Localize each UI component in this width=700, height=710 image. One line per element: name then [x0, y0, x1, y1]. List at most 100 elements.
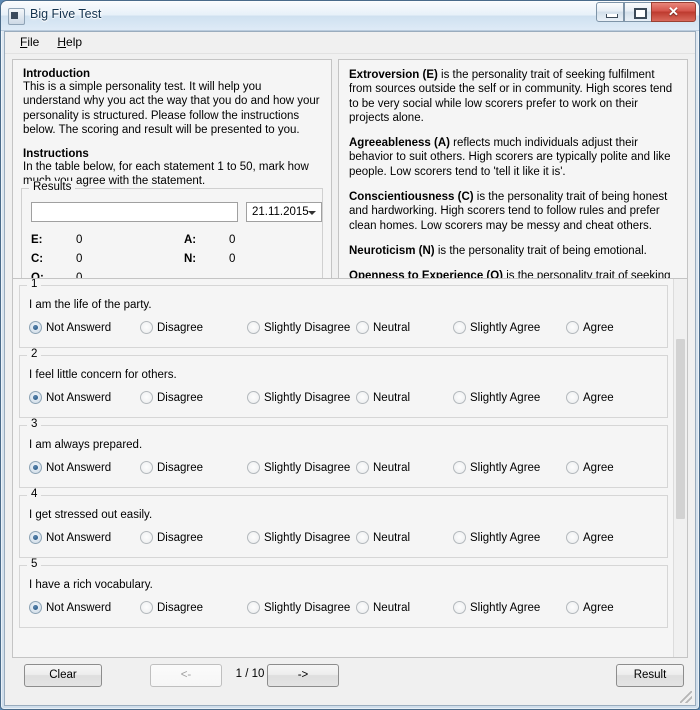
- question-group: 2 I feel little concern for others. Not An…: [19, 348, 668, 418]
- result-name-input[interactable]: [31, 202, 238, 222]
- application-window: Big Five Test ✕ File Help Introduction T…: [0, 0, 700, 710]
- minimize-button[interactable]: [596, 2, 624, 22]
- radio-option[interactable]: Neutral: [356, 391, 410, 405]
- radio-button-icon[interactable]: [247, 461, 260, 474]
- radio-option[interactable]: Not Answerd: [29, 321, 111, 335]
- previous-page-button[interactable]: <-: [150, 664, 222, 687]
- radio-option-label: Agree: [583, 462, 614, 474]
- radio-option[interactable]: Agree: [566, 601, 614, 615]
- radio-button-icon[interactable]: [356, 531, 369, 544]
- trait-description: is the personality trait of being emotio…: [434, 244, 647, 257]
- radio-button-icon[interactable]: [247, 531, 260, 544]
- questions-scrollbar[interactable]: [673, 279, 687, 657]
- radio-option[interactable]: Slightly Agree: [453, 321, 540, 335]
- score-label: C:: [31, 253, 44, 265]
- radio-button-icon[interactable]: [356, 601, 369, 614]
- radio-option[interactable]: Not Answerd: [29, 391, 111, 405]
- radio-option[interactable]: Slightly Agree: [453, 601, 540, 615]
- radio-button-icon[interactable]: [453, 321, 466, 334]
- result-button[interactable]: Result: [616, 664, 684, 687]
- info-panel: Introduction This is a simple personalit…: [12, 59, 332, 292]
- resize-grip-icon[interactable]: [680, 691, 692, 703]
- radio-button-icon[interactable]: [453, 461, 466, 474]
- introduction-heading: Introduction: [23, 68, 91, 80]
- radio-button-icon[interactable]: [247, 321, 260, 334]
- radio-option[interactable]: Agree: [566, 391, 614, 405]
- radio-option[interactable]: Not Answerd: [29, 531, 111, 545]
- score-value: 0: [229, 253, 236, 265]
- radio-button-icon[interactable]: [356, 321, 369, 334]
- radio-option-label: Neutral: [373, 602, 411, 614]
- radio-button-icon[interactable]: [29, 601, 42, 614]
- close-button[interactable]: ✕: [651, 2, 696, 22]
- question-number: 2: [27, 348, 42, 360]
- date-picker-value: 21.11.2015: [252, 206, 309, 218]
- radio-button-icon[interactable]: [566, 601, 579, 614]
- radio-option[interactable]: Neutral: [356, 531, 410, 545]
- radio-button-icon[interactable]: [29, 321, 42, 334]
- radio-button-icon[interactable]: [356, 461, 369, 474]
- maximize-button[interactable]: [624, 2, 652, 22]
- radio-option-label: Slightly Agree: [470, 462, 541, 474]
- radio-button-icon[interactable]: [140, 321, 153, 334]
- radio-option[interactable]: Neutral: [356, 601, 410, 615]
- radio-option[interactable]: Slightly Disagree: [247, 391, 350, 405]
- radio-button-icon[interactable]: [140, 391, 153, 404]
- radio-button-icon[interactable]: [566, 321, 579, 334]
- radio-option[interactable]: Disagree: [140, 391, 203, 405]
- radio-option-label: Slightly Agree: [470, 392, 541, 404]
- radio-option[interactable]: Slightly Agree: [453, 391, 540, 405]
- radio-option[interactable]: Agree: [566, 461, 614, 475]
- radio-button-icon[interactable]: [566, 391, 579, 404]
- radio-option[interactable]: Agree: [566, 531, 614, 545]
- radio-option[interactable]: Not Answerd: [29, 601, 111, 615]
- radio-option[interactable]: Disagree: [140, 461, 203, 475]
- radio-option[interactable]: Slightly Agree: [453, 461, 540, 475]
- radio-option[interactable]: Not Answerd: [29, 461, 111, 475]
- radio-option[interactable]: Disagree: [140, 531, 203, 545]
- radio-button-icon[interactable]: [247, 391, 260, 404]
- radio-option[interactable]: Slightly Disagree: [247, 601, 350, 615]
- radio-option-label: Not Answerd: [46, 322, 112, 334]
- question-options: Not Answerd Disagree Slightly Disagree Neut…: [29, 321, 663, 339]
- radio-button-icon[interactable]: [566, 461, 579, 474]
- radio-option[interactable]: Slightly Disagree: [247, 461, 350, 475]
- radio-button-icon[interactable]: [29, 391, 42, 404]
- radio-button-icon[interactable]: [140, 601, 153, 614]
- radio-button-icon[interactable]: [453, 391, 466, 404]
- radio-option[interactable]: Slightly Disagree: [247, 321, 350, 335]
- radio-button-icon[interactable]: [140, 531, 153, 544]
- radio-option[interactable]: Neutral: [356, 461, 410, 475]
- radio-option[interactable]: Disagree: [140, 601, 203, 615]
- score-value: 0: [76, 234, 83, 246]
- trait-paragraph: Conscientiousness (C) is the personality…: [349, 190, 677, 233]
- radio-option[interactable]: Neutral: [356, 321, 410, 335]
- scrollbar-thumb[interactable]: [676, 339, 685, 519]
- radio-option-label: Slightly Disagree: [264, 462, 351, 474]
- radio-option[interactable]: Disagree: [140, 321, 203, 335]
- maximize-icon: [625, 3, 651, 21]
- next-page-button[interactable]: ->: [267, 664, 339, 687]
- menu-item-file[interactable]: File: [11, 33, 48, 52]
- radio-button-icon[interactable]: [29, 461, 42, 474]
- radio-button-icon[interactable]: [29, 531, 42, 544]
- chevron-down-icon: [308, 211, 316, 215]
- radio-option-label: Slightly Disagree: [264, 532, 351, 544]
- traits-panel: Extroversion (E) is the personality trai…: [338, 59, 688, 311]
- radio-option[interactable]: Slightly Agree: [453, 531, 540, 545]
- radio-option[interactable]: Agree: [566, 321, 614, 335]
- radio-button-icon[interactable]: [247, 601, 260, 614]
- radio-button-icon[interactable]: [566, 531, 579, 544]
- radio-option-label: Slightly Disagree: [264, 602, 351, 614]
- menu-item-help[interactable]: Help: [48, 33, 91, 52]
- radio-button-icon[interactable]: [453, 601, 466, 614]
- date-picker[interactable]: 21.11.2015: [246, 202, 322, 222]
- radio-option[interactable]: Slightly Disagree: [247, 531, 350, 545]
- radio-button-icon[interactable]: [140, 461, 153, 474]
- radio-button-icon[interactable]: [356, 391, 369, 404]
- radio-button-icon[interactable]: [453, 531, 466, 544]
- results-group: Results 21.11.2015 E:0C:0O:0A:0N:0: [21, 181, 323, 285]
- clear-button[interactable]: Clear: [24, 664, 102, 687]
- trait-paragraph: Agreeableness (A) reflects much individu…: [349, 136, 677, 179]
- score-label: A:: [184, 234, 197, 246]
